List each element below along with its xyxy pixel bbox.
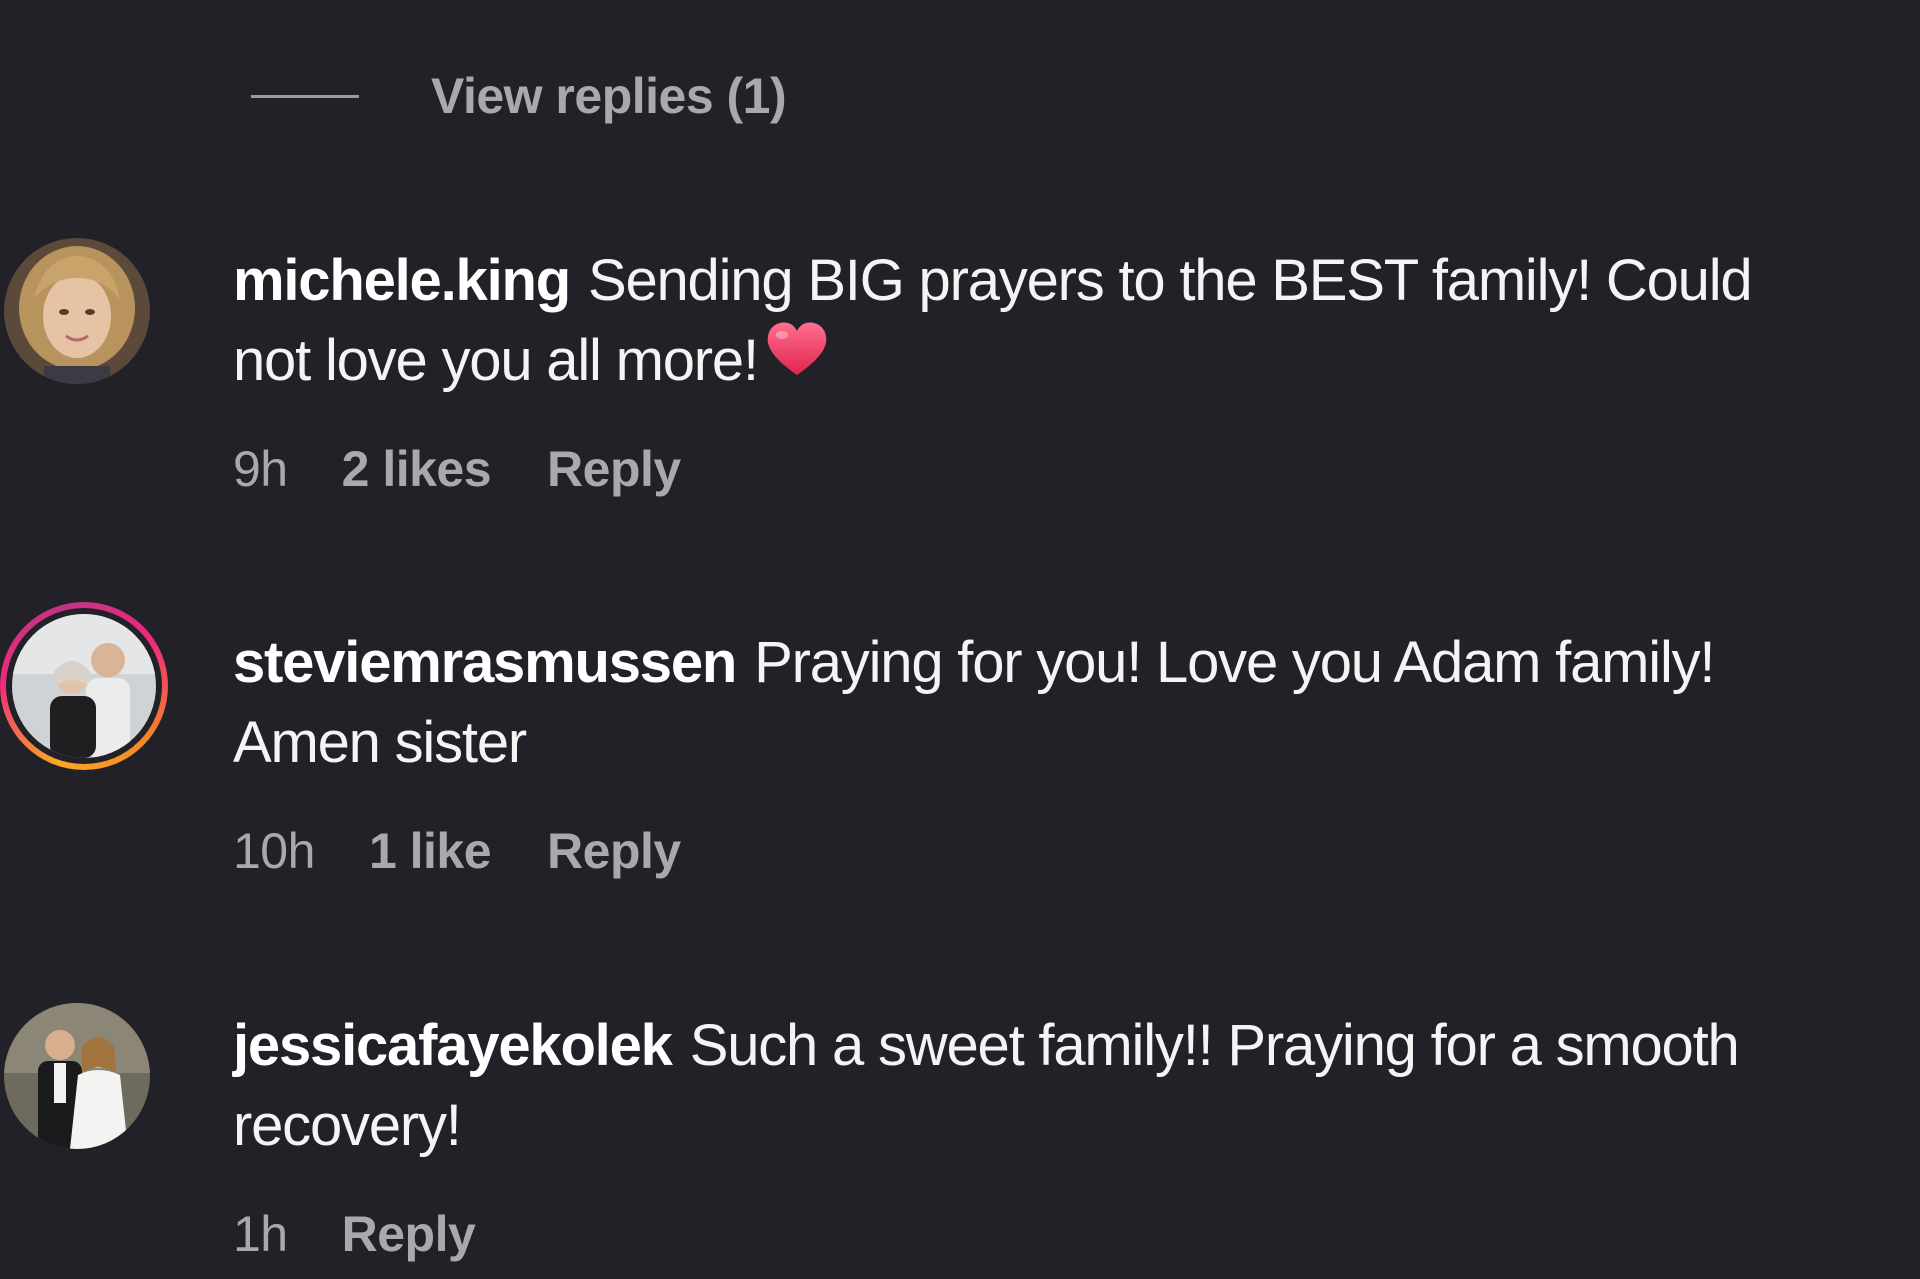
reply-button[interactable]: Reply [342, 1205, 476, 1263]
comment-username[interactable]: jessicafayekolek [233, 1013, 673, 1078]
avatar[interactable] [4, 238, 150, 384]
comment-body-line1: Praying for you! Love you Adam family! [754, 630, 1715, 695]
comment-meta: 10h 1 like Reply [233, 822, 681, 880]
comment-text: michele.king Sending BIG prayers to the B… [233, 241, 1913, 401]
comment-timestamp: 9h [233, 441, 288, 497]
comments-panel: View replies (1) michele.king Sending BIG… [0, 0, 1920, 1279]
avatar-photo-icon [4, 1003, 150, 1149]
comment-meta: 1h Reply [233, 1205, 476, 1263]
avatar-photo-icon [12, 614, 156, 758]
avatar[interactable] [4, 1003, 150, 1149]
view-replies-button[interactable]: View replies (1) [251, 62, 787, 130]
comment-body-line2: not love you all more! [233, 328, 759, 393]
view-replies-divider [251, 94, 359, 98]
avatar [12, 614, 156, 758]
comment-timestamp: 1h [233, 1206, 288, 1262]
view-replies-label: View replies (1) [431, 68, 787, 124]
comment-body-line2: Amen sister [233, 710, 527, 775]
reply-button[interactable]: Reply [547, 822, 681, 880]
comment-username[interactable]: steviemrasmussen [233, 630, 737, 695]
avatar-photo-icon [4, 238, 150, 384]
reply-button[interactable]: Reply [547, 440, 681, 498]
heart-emoji-icon [764, 319, 830, 400]
comment-body-line1: Sending BIG prayers to the BEST family! … [587, 248, 1753, 313]
comment-body-line1: Such a sweet family!! Praying for a smoo… [689, 1013, 1740, 1078]
comment-likes-count[interactable]: 2 likes [342, 440, 492, 498]
comment-username[interactable]: michele.king [233, 248, 571, 313]
avatar-story-ring[interactable] [0, 602, 168, 770]
comment-timestamp: 10h [233, 823, 315, 879]
comment-text: jessicafayekolek Such a sweet family!! Pr… [233, 1006, 1913, 1166]
comment-meta: 9h 2 likes Reply [233, 440, 681, 498]
comment-text: steviemrasmussen Praying for you! Love yo… [233, 623, 1913, 783]
comment-likes-count[interactable]: 1 like [369, 822, 492, 880]
comment-body-line2: recovery! [233, 1093, 462, 1158]
